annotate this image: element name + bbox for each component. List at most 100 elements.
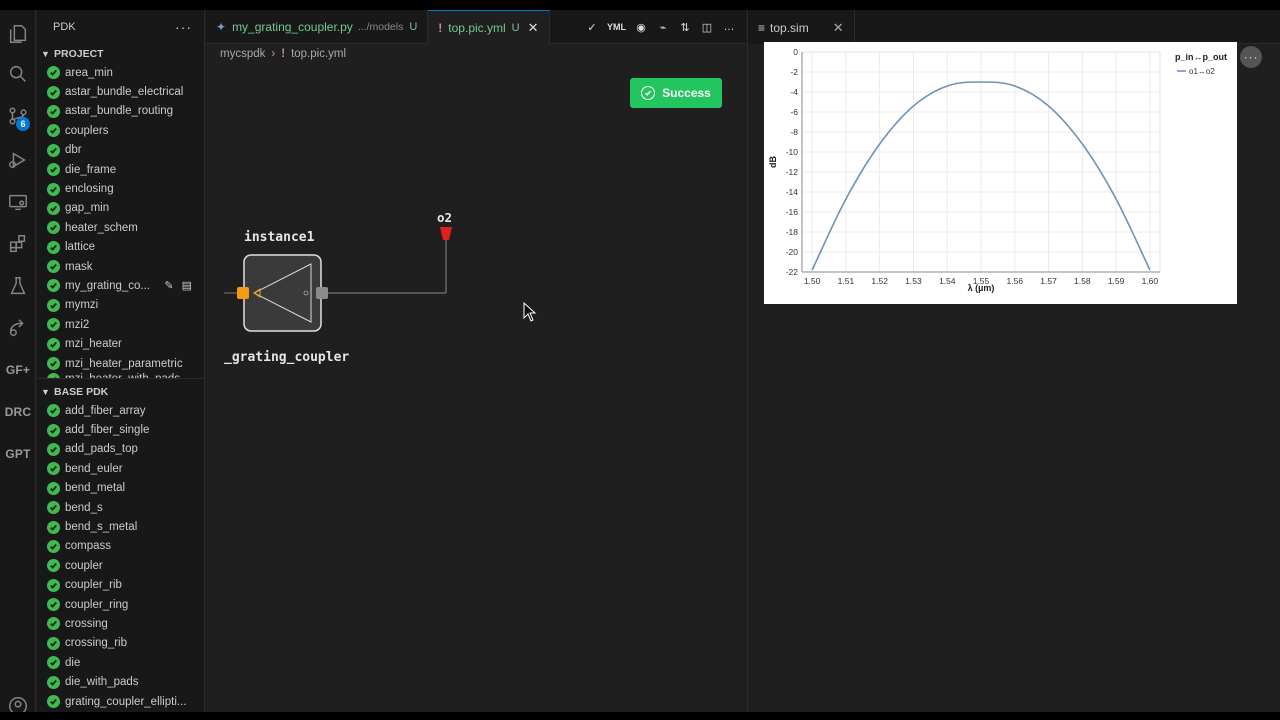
list-item[interactable]: mymzi — [37, 296, 204, 315]
list-item[interactable]: bend_metal — [37, 479, 204, 498]
more-actions-icon[interactable]: … — [722, 21, 736, 33]
list-item[interactable]: die_frame — [37, 160, 204, 179]
list-item[interactable]: enclosing — [37, 179, 204, 198]
extensions-icon[interactable] — [0, 226, 36, 262]
list-item[interactable]: die — [37, 653, 204, 672]
explorer-icon[interactable] — [0, 16, 36, 52]
compare-icon[interactable]: ⇅ — [678, 21, 692, 34]
list-item[interactable]: bend_euler — [37, 459, 204, 478]
sparameter-plot: 0 -2 -4 -6 -8 -10 -12 -14 -16 -18 -20 -22 1.50 1.51 1… — [764, 42, 1237, 304]
gdsfactory-plus-icon[interactable]: GF+ — [0, 352, 36, 388]
list-item[interactable]: bend_s_metal — [37, 517, 204, 536]
list-item[interactable]: dbr — [37, 141, 204, 160]
y-tick-label: -10 — [786, 147, 799, 157]
schematic-canvas[interactable]: Success instance1 _grating_coupler o2 — [206, 64, 746, 712]
list-item[interactable]: lattice — [37, 238, 204, 257]
port-o2-instance[interactable] — [316, 287, 328, 299]
list-item[interactable]: add_fiber_single — [37, 420, 204, 439]
source-control-icon[interactable]: 6 — [0, 98, 36, 134]
check-circle-icon — [47, 373, 60, 378]
tab-label: top.sim — [770, 20, 809, 35]
eye-icon[interactable]: ◉ — [634, 21, 648, 34]
tab-status: U — [511, 21, 520, 34]
base-pdk-section-header[interactable]: ▼ BASE PDK — [37, 382, 204, 401]
breadcrumb-item[interactable]: top.pic.yml — [291, 48, 346, 60]
check-circle-icon — [47, 221, 60, 235]
tab-label: my_grating_coupler.py — [232, 20, 353, 34]
list-item[interactable]: couplers — [37, 121, 204, 140]
item-label: bend_s_metal — [65, 521, 138, 534]
list-item[interactable]: astar_bundle_electrical — [37, 82, 204, 101]
list-item[interactable]: astar_bundle_routing — [37, 102, 204, 121]
edit-pencil-icon[interactable]: ✎ — [164, 279, 173, 292]
item-label: crossing_rib — [65, 637, 127, 650]
list-item[interactable]: mzi_heater — [37, 334, 204, 353]
check-circle-icon — [47, 182, 60, 196]
check-circle-icon — [47, 559, 60, 573]
activity-bar: 6 GF+ DRC GPT — [0, 10, 36, 712]
check-circle-icon — [47, 298, 60, 312]
list-item-selected[interactable]: my_grating_co... ✎ ▤ — [37, 276, 204, 295]
port-o1[interactable] — [237, 287, 249, 299]
run-debug-icon[interactable] — [0, 142, 36, 178]
item-label: couplers — [65, 124, 109, 137]
base-pdk-section-title: BASE PDK — [54, 385, 109, 398]
account-icon[interactable] — [0, 692, 36, 712]
list-item[interactable]: bend_s — [37, 498, 204, 517]
component-block[interactable] — [243, 254, 322, 332]
y-tick-label: -6 — [790, 107, 798, 117]
list-item[interactable]: add_fiber_array — [37, 401, 204, 420]
list-item[interactable]: coupler — [37, 556, 204, 575]
list-item[interactable]: add_pads_top — [37, 440, 204, 459]
pulse-icon[interactable]: ⌁ — [656, 21, 670, 34]
gpt-icon[interactable]: GPT — [0, 436, 36, 472]
list-item[interactable]: coupler_rib — [37, 576, 204, 595]
open-file-icon[interactable]: ▤ — [182, 279, 192, 292]
port-o2-marker[interactable] — [440, 227, 452, 240]
breadcrumb-item[interactable]: mycspdk — [220, 48, 265, 60]
list-item[interactable]: area_min — [37, 63, 204, 82]
check-circle-icon — [47, 520, 60, 534]
list-item[interactable]: mask — [37, 257, 204, 276]
chevron-down-icon: ▼ — [41, 48, 50, 59]
close-icon[interactable]: ✕ — [528, 20, 539, 36]
list-item[interactable]: mzi_heater_with_pads — [37, 373, 204, 378]
tab-grating-coupler-py[interactable]: ✦ my_grating_coupler.py .../models U — [206, 10, 429, 44]
check-circle-icon — [47, 442, 60, 456]
plot-more-icon[interactable]: ··· — [1240, 46, 1262, 68]
list-item[interactable]: mzi_heater_parametric — [37, 354, 204, 373]
tab-top-sim[interactable]: ≡ top.sim ✕ — [748, 10, 855, 44]
close-icon[interactable]: ✕ — [833, 20, 844, 36]
list-item[interactable]: coupler_ring — [37, 595, 204, 614]
tab-path: .../models — [357, 21, 404, 33]
testing-flask-icon[interactable] — [0, 268, 36, 304]
sidebar-more-icon[interactable]: ··· — [175, 19, 192, 35]
y-tick-label: -22 — [786, 267, 799, 277]
remote-share-icon[interactable] — [0, 310, 36, 346]
list-item[interactable]: crossing — [37, 614, 204, 633]
mouse-cursor-icon — [523, 301, 537, 322]
yml-icon[interactable]: YML — [607, 22, 626, 32]
list-item[interactable]: gap_min — [37, 199, 204, 218]
drc-icon[interactable]: DRC — [0, 394, 36, 430]
project-section-header[interactable]: ▼ PROJECT — [37, 44, 204, 63]
list-item[interactable]: crossing_rib — [37, 634, 204, 653]
split-editor-icon[interactable]: ◫ — [700, 21, 714, 34]
item-label: dbr — [65, 144, 82, 157]
search-icon[interactable] — [0, 56, 36, 92]
tab-top-pic-yml[interactable]: ! top.pic.yml U ✕ — [428, 10, 550, 44]
y-tick-label: -18 — [786, 227, 799, 237]
check-circle-icon — [47, 85, 60, 99]
item-label: astar_bundle_routing — [65, 105, 174, 118]
list-item[interactable]: mzi2 — [37, 315, 204, 334]
list-item[interactable]: grating_coupler_ellipti... — [37, 692, 204, 711]
gf-plus-label: GF+ — [5, 363, 31, 377]
editor-actions: ✓ YML ◉ ⌁ ⇅ ◫ … — [585, 10, 736, 44]
list-item[interactable]: heater_schem — [37, 218, 204, 237]
remote-explorer-icon[interactable] — [0, 184, 36, 220]
item-label: coupler_ring — [65, 598, 129, 611]
item-label: add_fiber_array — [65, 404, 146, 417]
list-item[interactable]: compass — [37, 537, 204, 556]
check-icon[interactable]: ✓ — [585, 21, 599, 34]
list-item[interactable]: die_with_pads — [37, 672, 204, 691]
